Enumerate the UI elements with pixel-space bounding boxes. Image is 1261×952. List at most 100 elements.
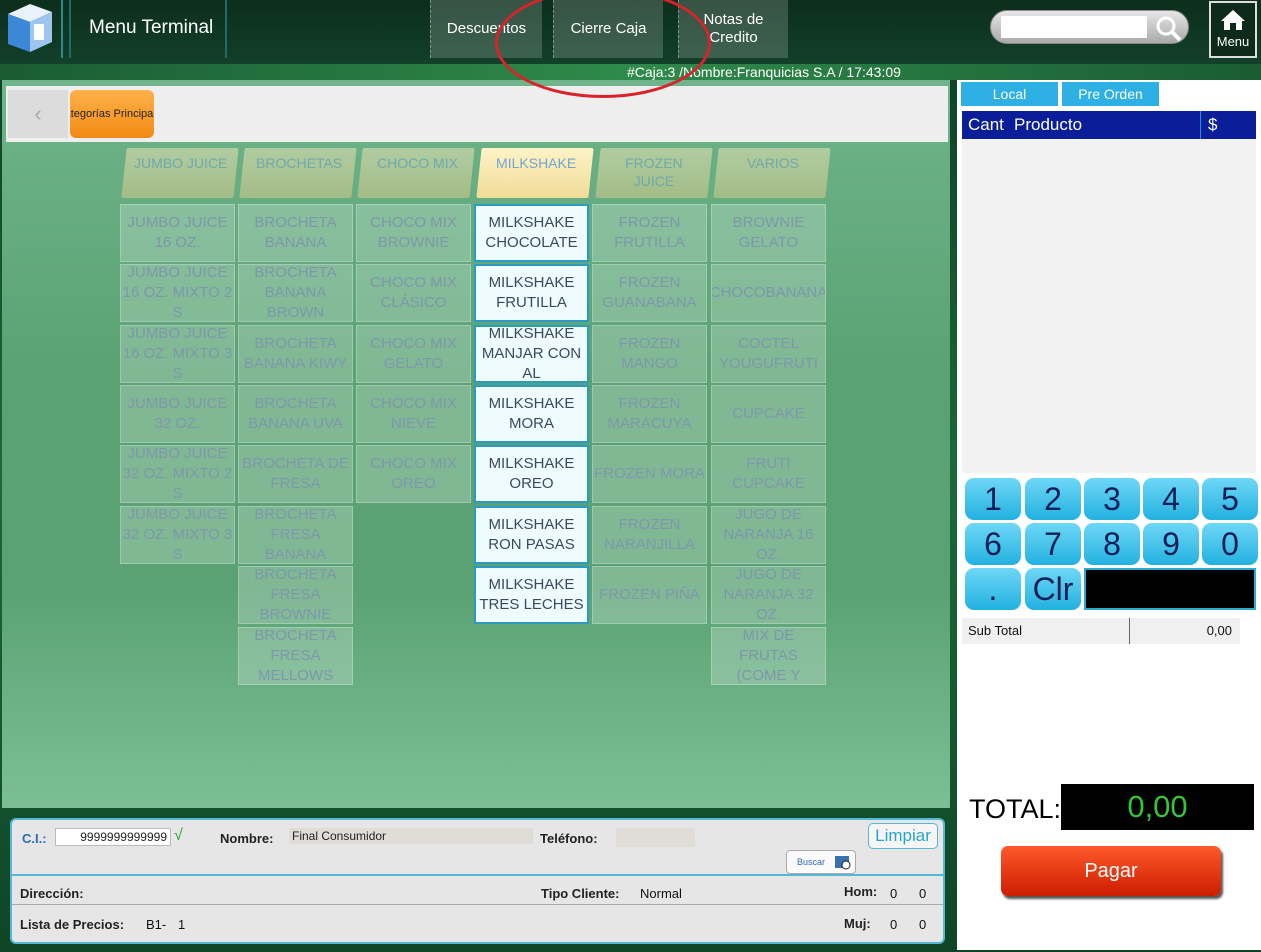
col-qty: Cant	[968, 115, 1004, 134]
product-button[interactable]: BROCHETA BANANA BROWN	[238, 264, 353, 322]
back-button[interactable]: ‹	[8, 90, 68, 138]
tab-label: MILKSHAKE	[495, 155, 577, 171]
subtotal-value: 0,00	[1206, 623, 1232, 638]
ci-field[interactable]: 9999999999999	[55, 828, 171, 846]
separator	[61, 0, 63, 58]
pre-orden-button[interactable]: Pre Orden	[1062, 82, 1159, 106]
product-button[interactable]: JUGO DE NARANJA 16 OZ.	[711, 506, 826, 564]
product-button[interactable]: FROZEN NARANJILLA	[592, 506, 707, 564]
search-icon[interactable]	[1154, 14, 1182, 42]
keypad-key-3[interactable]: 3	[1084, 478, 1140, 520]
local-button[interactable]: Local	[961, 82, 1058, 106]
tab-frozen-juice[interactable]: FROZEN JUICE	[595, 148, 713, 198]
keypad-key-7[interactable]: 7	[1025, 523, 1081, 565]
keypad-key-1[interactable]: 1	[965, 478, 1021, 520]
divider	[12, 874, 943, 876]
product-button[interactable]: FRUTI CUPCAKE	[711, 445, 826, 503]
search-input[interactable]	[1001, 16, 1147, 38]
product-button[interactable]: CUPCAKE	[711, 385, 826, 443]
tab-label: FROZEN JUICE	[625, 155, 683, 189]
keypad-key-4[interactable]: 4	[1143, 478, 1199, 520]
keypad-key-2[interactable]: 2	[1025, 478, 1081, 520]
name-field[interactable]: Final Consumidor	[289, 828, 533, 844]
breadcrumb: ‹ Categorías Principales	[6, 86, 948, 142]
product-button[interactable]: BROCHETA BANANA	[238, 204, 353, 262]
product-button[interactable]: MILKSHAKE RON PASAS	[474, 506, 589, 564]
tab-milkshake[interactable]: MILKSHAKE	[476, 148, 594, 198]
product-button[interactable]: COCTEL YOUGUFRUTI	[711, 325, 826, 383]
keypad-key-9[interactable]: 9	[1143, 523, 1199, 565]
product-button[interactable]: BROCHETA FRESA BANANA	[238, 506, 353, 564]
product-button[interactable]: FROZEN GUANABANA	[592, 264, 707, 322]
product-button[interactable]: BROWNIE GELATO	[711, 204, 826, 262]
product-button[interactable]: JUMBO JUICE 32 OZ.	[120, 385, 235, 443]
client-type-label: Tipo Cliente:	[541, 886, 620, 901]
tab-jumbo-juice[interactable]: JUMBO JUICE	[121, 148, 239, 198]
client-type-value: Normal	[640, 886, 682, 901]
clear-button[interactable]: Limpiar	[868, 823, 938, 849]
product-button[interactable]: FROZEN MARACUYA	[592, 385, 707, 443]
keypad-display	[1084, 568, 1256, 610]
product-button[interactable]: CHOCO MIX OREO	[356, 445, 471, 503]
pay-button[interactable]: Pagar	[1001, 846, 1221, 896]
tab-label: JUMBO JUICE	[134, 155, 228, 171]
keypad-key-5[interactable]: 5	[1202, 478, 1258, 520]
product-button[interactable]: CHOCO MIX NIEVE	[356, 385, 471, 443]
app-title: Menu Terminal	[89, 17, 214, 38]
subtotal-row: Sub Total 0,00	[962, 618, 1240, 644]
keypad-key-clr[interactable]: Clr	[1025, 568, 1081, 610]
divider	[1129, 618, 1130, 644]
order-list[interactable]	[962, 139, 1256, 473]
product-button[interactable]: MILKSHAKE MANJAR CON AL	[474, 325, 589, 383]
divider	[12, 904, 943, 905]
product-button[interactable]: FROZEN FRUTILLA	[592, 204, 707, 262]
product-button[interactable]: JUMBO JUICE 16 OZ. MIXTO 3 S	[120, 325, 235, 383]
product-button[interactable]: JUGO DE NARANJA 32 OZ.	[711, 566, 826, 624]
women-count-b: 0	[919, 917, 927, 932]
order-panel: Local Pre Orden Cant Producto $ 12345 678…	[957, 80, 1261, 950]
product-button[interactable]: JUMBO JUICE 32 OZ. MIXTO 2 S	[120, 445, 235, 503]
men-label: Hom:	[844, 884, 878, 899]
home-label: Menu	[1216, 34, 1250, 49]
total-value: 0,00	[1061, 784, 1254, 830]
product-button[interactable]: CHOCO MIX CLÁSICO	[356, 264, 471, 322]
tab-brochetas[interactable]: BROCHETAS	[239, 148, 357, 198]
app-logo	[8, 4, 52, 52]
product-button[interactable]: MILKSHAKE OREO	[474, 445, 589, 503]
phone-label: Teléfono:	[540, 831, 598, 846]
product-button[interactable]: MIX DE FRUTAS (COME Y	[711, 627, 826, 685]
product-button[interactable]: MILKSHAKE TRES LECHES	[474, 566, 589, 624]
keypad-key-8[interactable]: 8	[1084, 523, 1140, 565]
check-icon: √	[174, 827, 183, 844]
tab-varios[interactable]: VARIOS	[713, 148, 831, 198]
product-button[interactable]: FROZEN PIÑA	[592, 566, 707, 624]
product-button[interactable]: MILKSHAKE CHOCOLATE	[474, 204, 589, 262]
product-button[interactable]: MILKSHAKE FRUTILLA	[474, 264, 589, 322]
product-button[interactable]: JUMBO JUICE 16 OZ.	[120, 204, 235, 262]
keypad-key-0[interactable]: 0	[1202, 523, 1258, 565]
product-button[interactable]: CHOCO MIX GELATO	[356, 325, 471, 383]
tab-choco-mix[interactable]: CHOCO MIX	[357, 148, 475, 198]
product-button[interactable]: FROZEN MORA	[592, 445, 707, 503]
product-button[interactable]: BROCHETA BANANA KIWY	[238, 325, 353, 383]
women-count-a: 0	[890, 917, 898, 932]
keypad-key-dot[interactable]: .	[965, 568, 1021, 610]
category-chip[interactable]: Categorías Principales	[70, 90, 154, 138]
tab-label: BROCHETAS	[256, 155, 343, 171]
customer-panel: C.I.: 9999999999999 √ Nombre: Final Cons…	[10, 818, 945, 944]
home-menu-button[interactable]: Menu	[1209, 1, 1257, 58]
col-product: Producto	[1014, 115, 1083, 134]
product-button[interactable]: BROCHETA FRESA BROWNIE	[238, 566, 353, 624]
product-button[interactable]: CHOCO MIX BROWNIE	[356, 204, 471, 262]
search-customer-button[interactable]: Buscar	[786, 850, 856, 874]
keypad-key-6[interactable]: 6	[965, 523, 1021, 565]
product-button[interactable]: JUMBO JUICE 16 OZ. MIXTO 2 S	[120, 264, 235, 322]
product-button[interactable]: BROCHETA FRESA MELLOWS	[238, 627, 353, 685]
product-button[interactable]: BROCHETA DE FRESA	[238, 445, 353, 503]
product-button[interactable]: CHOCOBANANA	[711, 264, 826, 322]
phone-field[interactable]	[616, 828, 695, 847]
product-button[interactable]: BROCHETA BANANA UVA	[238, 385, 353, 443]
product-button[interactable]: MILKSHAKE MORA	[474, 385, 589, 443]
product-button[interactable]: FROZEN MANGO	[592, 325, 707, 383]
product-button[interactable]: JUMBO JUICE 32 OZ. MIXTO 3 S	[120, 506, 235, 564]
